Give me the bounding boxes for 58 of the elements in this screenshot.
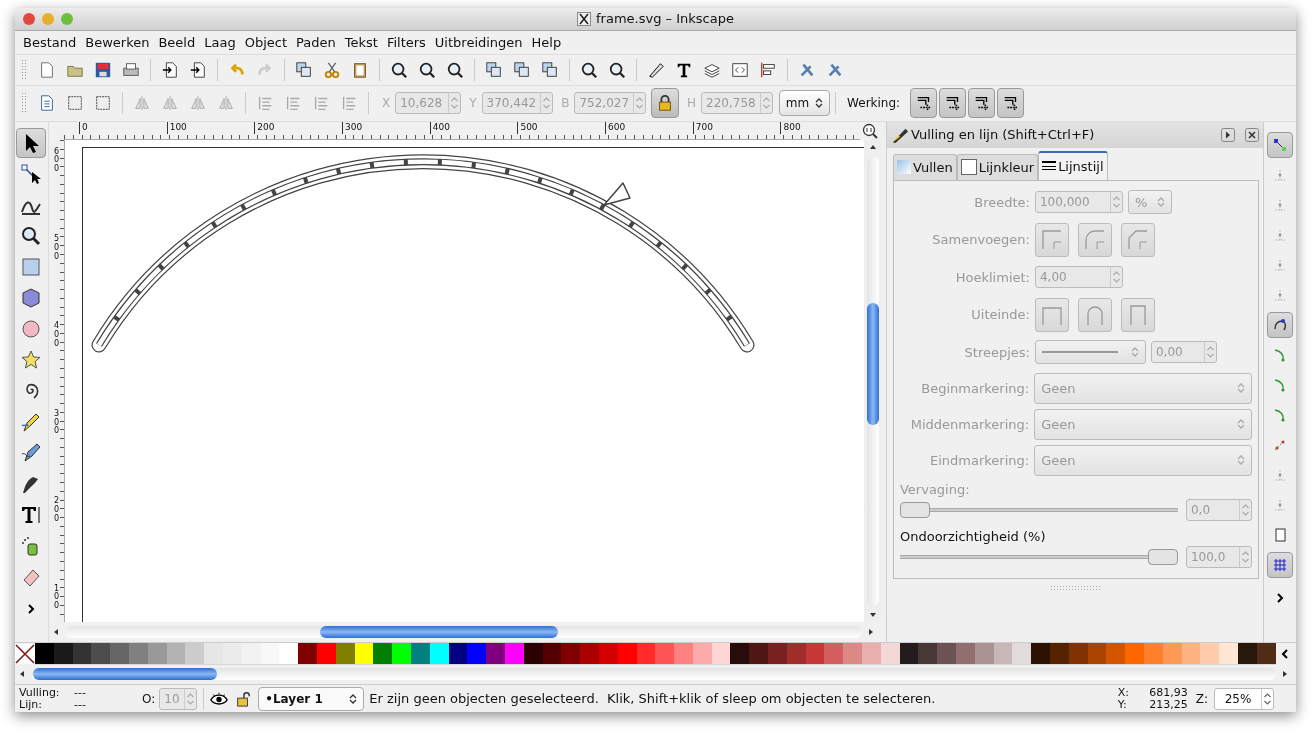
fill-label: Vulling: [19, 686, 61, 699]
field-label: Eindmarkering: [929, 452, 1030, 468]
field-label: B [561, 96, 570, 111]
menu-item[interactable]: Uitbreidingen [434, 35, 532, 51]
cursor-x-label: X: [1117, 686, 1130, 699]
ruler-label: 400 [53, 322, 59, 349]
field-label: Samenvoegen: [931, 232, 1030, 248]
fill-value: --- [74, 686, 87, 699]
field-label: Streepjes: [963, 344, 1030, 360]
ruler-label: 200 [53, 497, 59, 524]
unit-dropdown[interactable]: mm [778, 90, 831, 117]
zoom-label: Z: [1195, 691, 1208, 706]
ruler-label: 500 [53, 235, 59, 262]
tab[interactable]: Lijnstijl [1038, 150, 1108, 180]
layer-dropdown[interactable]: •Layer 1 [258, 686, 365, 711]
opacity-label: O: [142, 691, 156, 706]
ruler-label: 100 [166, 121, 255, 134]
ruler-label: 600 [605, 121, 693, 134]
menu-item[interactable]: Tekst [344, 35, 387, 51]
cursor-x-value: 681,93 [1148, 686, 1188, 699]
stroke-value: --- [74, 698, 87, 711]
slider-label: Vervaging: [899, 481, 971, 497]
menu-item[interactable]: Paden [296, 35, 345, 51]
ruler-label: 400 [429, 121, 518, 134]
ruler-label: 600 [53, 147, 59, 174]
cursor-y-value: 213,25 [1148, 698, 1188, 711]
field-label: Breedte: [973, 194, 1030, 210]
ruler-label: 100 [53, 584, 59, 611]
slider-label: Ondoorzichtigheid (%) [899, 528, 1047, 544]
field-label: Middenmarkering: [909, 416, 1030, 432]
menu-item[interactable]: Laag [204, 35, 245, 51]
ruler-label: 300 [342, 121, 430, 134]
zoom-field[interactable]: 25% [1214, 687, 1274, 710]
field-label: Uiteinde: [970, 307, 1030, 323]
field-label: Beginmarkering: [920, 380, 1030, 396]
menu-item[interactable]: Beeld [158, 35, 205, 51]
ruler-label: 500 [517, 121, 606, 134]
ruler-label: 0 [78, 121, 167, 134]
stroke-label: Lijn: [19, 698, 42, 711]
ruler-label: 700 [692, 121, 781, 134]
menu-item[interactable]: Filters [386, 35, 435, 51]
menu-item[interactable]: Object [244, 35, 296, 51]
field-label: Hoeklimiet: [954, 269, 1030, 285]
ruler-label: 300 [53, 409, 59, 437]
menu-item[interactable]: Bestand [23, 35, 86, 51]
field-label: Y [469, 96, 477, 111]
status-message: Er zijn geen objecten geselecteerd. Klik, Shift+klik of sleep om objecten te selecteren. [369, 691, 937, 707]
tab[interactable]: Vullen [892, 153, 957, 180]
menu-item[interactable]: Bewerken [85, 35, 159, 51]
menu-item[interactable]: Help [531, 35, 571, 51]
tab[interactable]: Lijnkleur [956, 153, 1039, 180]
field-label: X [382, 96, 391, 111]
ruler-label: 200 [254, 121, 343, 134]
cursor-y-label: Y: [1117, 698, 1128, 711]
window-title: frame.svg – Inkscape [596, 11, 734, 27]
field-label: H [687, 96, 697, 111]
mode-label: Werking: [847, 96, 901, 111]
panel-title: Vulling en lijn (Shift+Ctrl+F) [910, 127, 1096, 143]
